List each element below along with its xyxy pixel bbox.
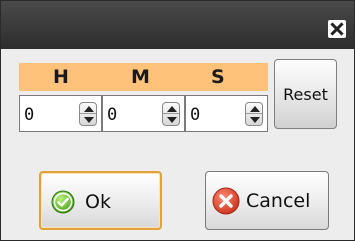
minutes-down-button[interactable] (163, 114, 179, 125)
close-button[interactable] (328, 20, 346, 38)
minutes-value[interactable]: 0 (107, 105, 117, 125)
seconds-header: S (211, 66, 225, 88)
time-dialog: H M S 0 0 0 Reset Ok Cancel (0, 0, 355, 241)
arrow-down-icon (167, 117, 177, 123)
minutes-spinner[interactable]: 0 (102, 95, 185, 132)
title-bar (1, 1, 354, 49)
cancel-label: Cancel (246, 190, 311, 212)
ok-button[interactable]: Ok (39, 171, 162, 230)
cancel-button[interactable]: Cancel (205, 171, 329, 230)
seconds-spin-arrows (245, 102, 263, 126)
seconds-spinner[interactable]: 0 (185, 95, 268, 132)
hours-up-button[interactable] (80, 103, 96, 114)
check-circle-icon (51, 190, 75, 214)
seconds-down-button[interactable] (246, 114, 262, 125)
hours-value[interactable]: 0 (24, 105, 34, 125)
hours-spinner[interactable]: 0 (19, 95, 102, 132)
seconds-value[interactable]: 0 (190, 105, 200, 125)
arrow-up-icon (84, 106, 94, 112)
arrow-down-icon (84, 117, 94, 123)
arrow-up-icon (167, 106, 177, 112)
arrow-up-icon (250, 106, 260, 112)
minutes-header: M (131, 66, 150, 88)
hms-header: H M S (19, 63, 268, 91)
minutes-up-button[interactable] (163, 103, 179, 114)
minutes-spin-arrows (162, 102, 180, 126)
reset-button[interactable]: Reset (274, 59, 337, 129)
ok-label: Ok (85, 191, 111, 213)
seconds-up-button[interactable] (246, 103, 262, 114)
x-circle-icon (212, 187, 240, 215)
reset-label: Reset (283, 85, 328, 104)
close-icon (328, 20, 346, 38)
hours-spin-arrows (79, 102, 97, 126)
arrow-down-icon (250, 117, 260, 123)
hours-down-button[interactable] (80, 114, 96, 125)
hours-header: H (53, 66, 69, 88)
